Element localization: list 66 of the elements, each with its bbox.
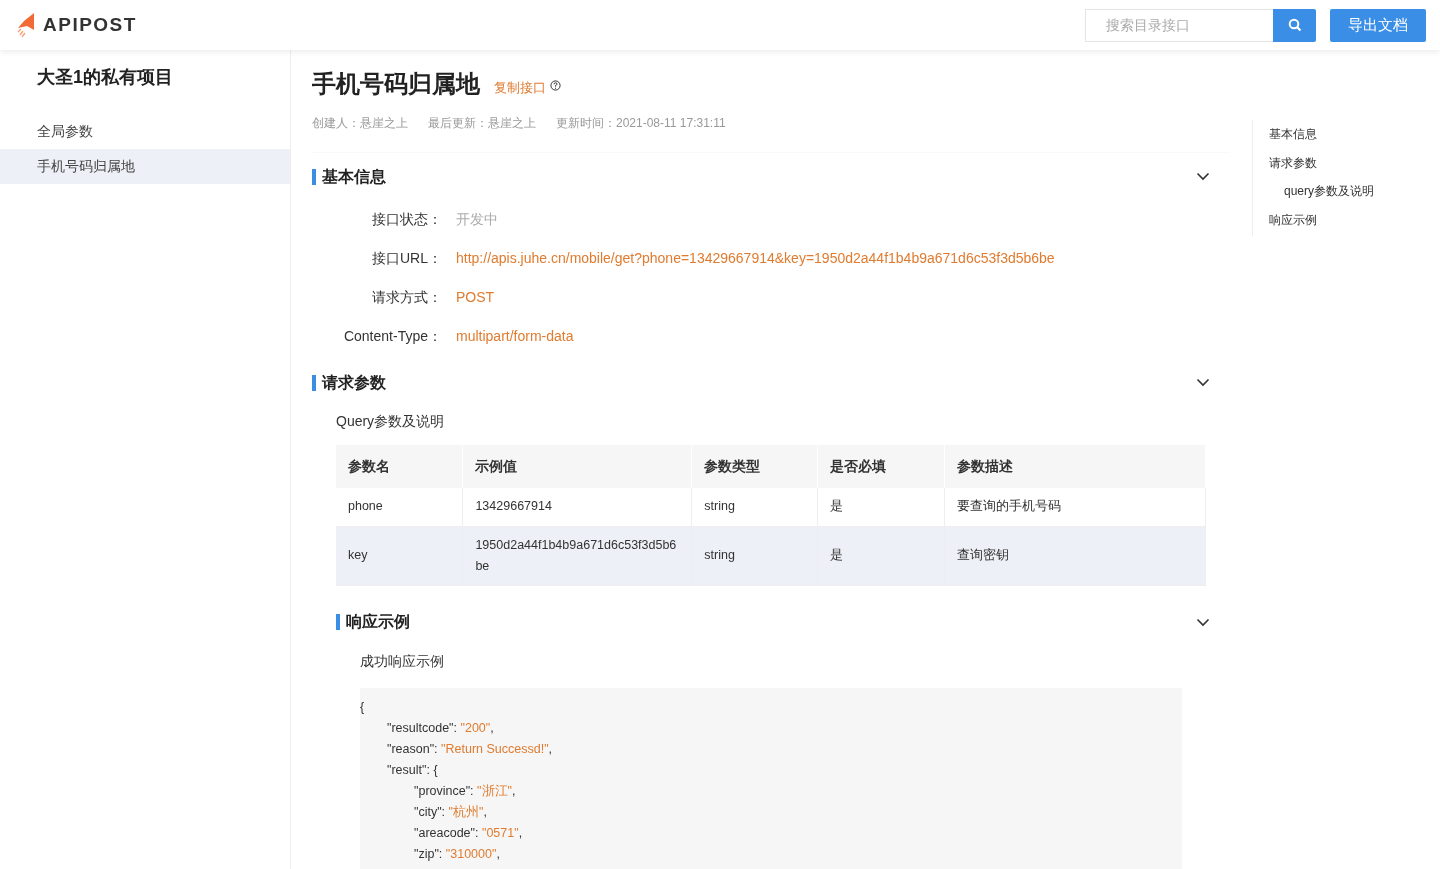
outline-item[interactable]: query参数及说明 bbox=[1269, 177, 1440, 206]
chevron-icon[interactable] bbox=[1196, 378, 1210, 387]
code-key: "areacode": bbox=[414, 825, 482, 840]
field-label: 请求方式： bbox=[371, 288, 442, 307]
search-field[interactable]: 搜索目录接口 bbox=[1085, 8, 1273, 42]
code-key: "reason": bbox=[387, 741, 442, 756]
table-cell: 是 bbox=[830, 548, 844, 562]
table-cell: string bbox=[704, 548, 735, 562]
code-value: "0571" bbox=[481, 825, 519, 840]
table-cell: 13429667914 bbox=[475, 499, 552, 514]
meta-text: 创建人：悬崖之上 bbox=[312, 115, 408, 132]
code-value: "310000" bbox=[445, 846, 497, 861]
code-text: , bbox=[483, 804, 487, 819]
code-value: "浙江" bbox=[477, 783, 512, 798]
code-key: "city": bbox=[414, 804, 449, 819]
section-heading: 响应示例 bbox=[336, 614, 410, 630]
column-header: 是否必填 bbox=[817, 445, 945, 488]
chevron-icon[interactable] bbox=[1196, 172, 1210, 181]
subheading: Query参数及说明 bbox=[335, 412, 446, 431]
column-header: 参数描述 bbox=[944, 445, 1206, 488]
table-cell: 要查询的手机号码 bbox=[957, 499, 1062, 514]
table-cell: string bbox=[704, 499, 735, 514]
field-label: 接口URL： bbox=[371, 249, 442, 268]
table-row[interactable]: phone 13429667914 string 是 要查询的手机号码 bbox=[336, 488, 1206, 526]
section-heading: 基本信息 bbox=[312, 168, 386, 185]
code-key: "resultcode": bbox=[387, 720, 461, 735]
code-text: { bbox=[433, 762, 438, 777]
field-label: 接口状态： bbox=[371, 210, 442, 229]
outline-item[interactable]: 请求参数 bbox=[1269, 148, 1440, 177]
code-key: "zip": bbox=[414, 846, 446, 861]
code-value: "杭州" bbox=[448, 804, 484, 819]
table-cell: 1950d2a44f1b4b9a671d6c53f3d5b6be bbox=[475, 537, 677, 573]
search-icon bbox=[1287, 18, 1302, 32]
code-key: "province": bbox=[414, 783, 478, 798]
meta-text: 最后更新：悬崖之上 bbox=[428, 115, 536, 132]
table-row[interactable]: key 1950d2a44f1b4b9a671d6c53f3d5b6be string 是 查询密钥 bbox=[336, 526, 1206, 585]
search-button[interactable] bbox=[1273, 8, 1316, 42]
code-text: , bbox=[511, 783, 516, 798]
sidebar-item[interactable]: 全局参数 bbox=[0, 114, 290, 149]
table-cell: 查询密钥 bbox=[957, 548, 1010, 562]
code-key: "result": bbox=[387, 762, 434, 777]
sidebar-item[interactable]: 手机号码归属地 bbox=[0, 149, 290, 184]
chevron-icon[interactable] bbox=[1196, 617, 1210, 627]
code-text: { bbox=[360, 699, 365, 714]
code-text: , bbox=[548, 741, 553, 756]
column-header: 参数类型 bbox=[691, 445, 818, 488]
outline-item[interactable]: 基本信息 bbox=[1269, 120, 1440, 149]
code-text: , bbox=[518, 825, 523, 840]
status-text: 开发中 bbox=[456, 210, 498, 229]
project-title: 大圣1的私有项目 bbox=[36, 66, 174, 89]
outline-item[interactable]: 响应示例 bbox=[1269, 205, 1440, 234]
column-header: 示例值 bbox=[462, 445, 692, 488]
page-title: 手机号码归属地 bbox=[312, 69, 480, 99]
table-cell: phone bbox=[348, 499, 383, 514]
code-text: , bbox=[490, 720, 494, 735]
code-text: , bbox=[496, 846, 500, 861]
code-value: "Return Successd!" bbox=[441, 741, 549, 756]
section-heading: 请求参数 bbox=[312, 374, 386, 391]
code-value: "200" bbox=[460, 720, 491, 735]
column-header: 参数名 bbox=[336, 445, 463, 488]
meta-text: 更新时间：2021-08-11 17:31:11 bbox=[556, 115, 726, 132]
field-label: Content-Type： bbox=[342, 327, 442, 346]
subheading: 成功响应示例 bbox=[359, 651, 445, 671]
logo-text: APIPOST bbox=[43, 12, 137, 37]
table-cell: key bbox=[348, 548, 368, 562]
table-cell: 是 bbox=[830, 499, 844, 514]
